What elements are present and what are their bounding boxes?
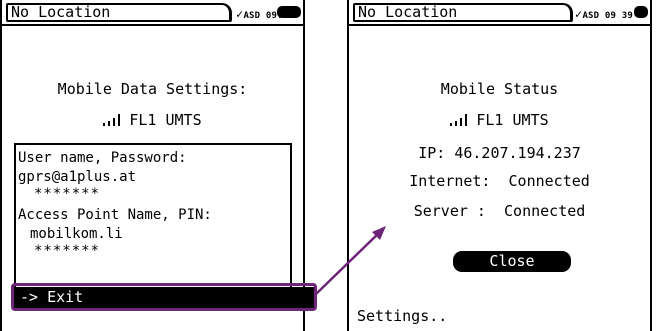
connector-arrow bbox=[315, 226, 386, 295]
